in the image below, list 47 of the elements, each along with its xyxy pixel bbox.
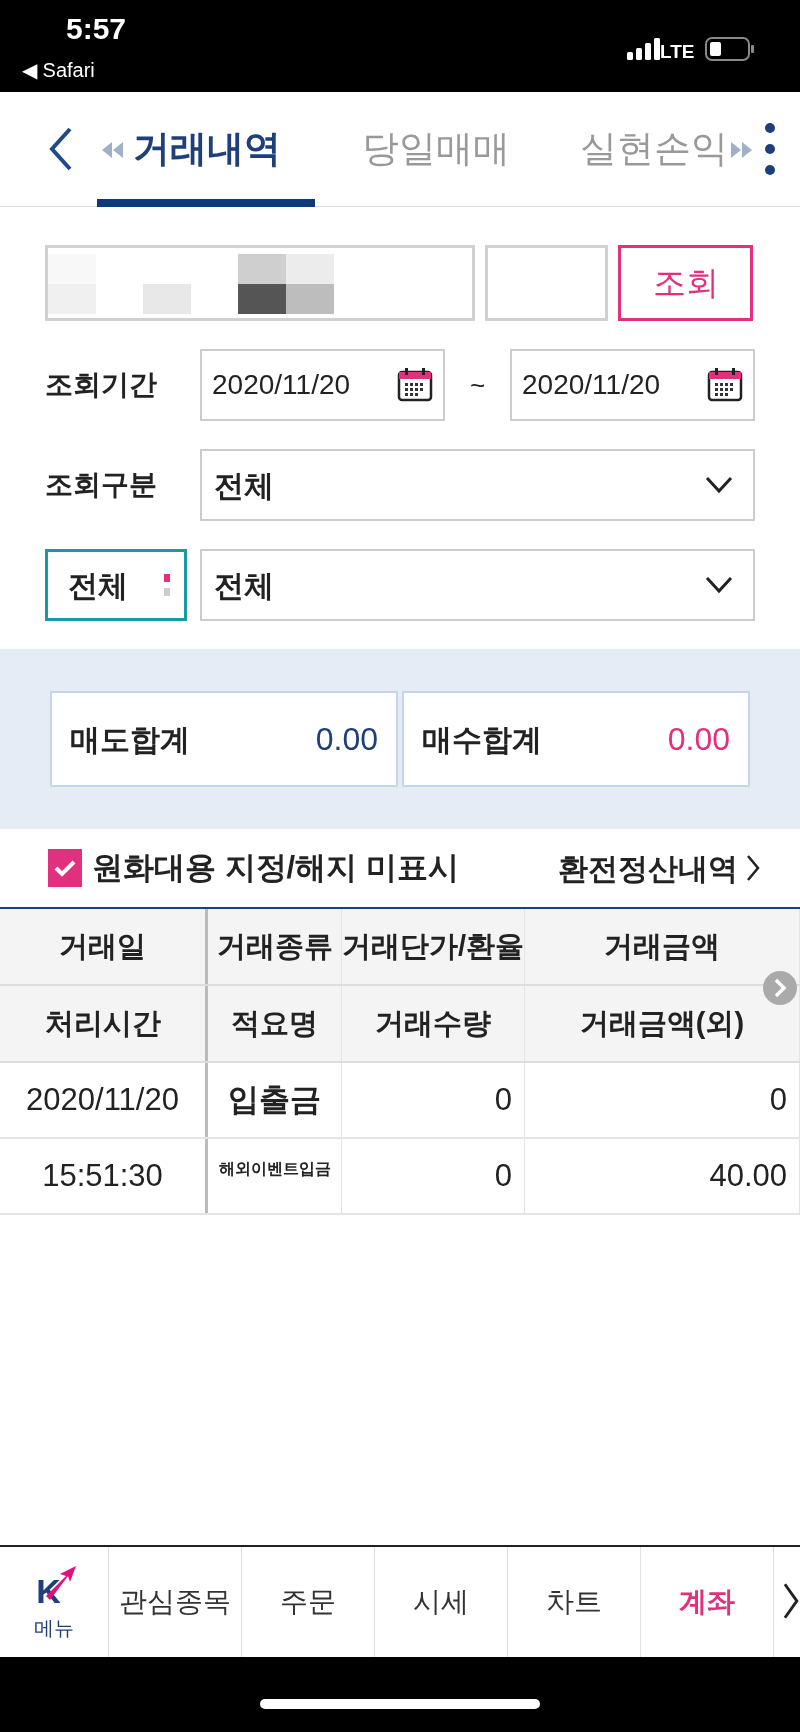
back-icon[interactable] [48,126,74,172]
password-field[interactable] [485,245,608,321]
calendar-icon[interactable] [707,368,743,402]
battery-icon [705,37,755,61]
chevron-right-icon[interactable] [782,1581,800,1621]
table-cell: 40.00 [525,1139,800,1213]
table-cell: 0 [342,1063,525,1137]
table-cell: 해외이벤트입금 [208,1139,342,1213]
tab[interactable]: 거래내역 [133,118,281,178]
summary-label: 매수합계 [422,721,542,758]
checkbox[interactable] [48,849,82,887]
search-button[interactable]: 조회 [618,245,753,321]
select-field[interactable]: 전체 [200,549,755,621]
range-separator: ~ [468,368,487,402]
chevron-right-icon [746,854,760,882]
summary-value: 0.00 [315,720,378,759]
column-header: 거래수량 [342,986,525,1061]
table-cell: 0 [525,1063,800,1137]
column-header: 적요명 [208,986,342,1061]
chevron-down-icon [705,576,733,594]
settlement-link[interactable]: 환전정산내역 [558,845,760,891]
filter-button[interactable]: 전체 [45,549,187,621]
table-cell: 입출금 [208,1063,342,1137]
table-cell: 0 [342,1139,525,1213]
checkmark-icon [54,859,76,877]
account-field[interactable] [45,245,475,321]
summary-value: 0.00 [667,720,730,759]
chevron-down-icon [705,476,733,494]
signal-icon [627,38,663,60]
toggle-icon [164,574,170,596]
column-header: 거래종류 [208,909,342,984]
column-header: 처리시간 [0,986,208,1061]
column-header: 거래단가/환율 [342,909,525,984]
date-field[interactable]: 2020/11/20 [510,349,755,421]
network-type: LTE [660,42,695,61]
back-to-app-link[interactable]: ◀ Safari [22,60,95,80]
field-label: 조회기간 [45,368,158,402]
summary-label: 매도합계 [70,721,190,758]
table-cell: 15:51:30 [0,1139,208,1213]
table-cell: 2020/11/20 [0,1063,208,1137]
calendar-icon[interactable] [397,368,433,402]
select-field[interactable]: 전체 [200,449,755,521]
checkbox-label: 원화대용 지정/해지 미표시 [92,848,459,887]
field-label: 조회구분 [45,468,158,502]
status-time: 5:57 [66,14,127,44]
more-icon[interactable] [764,122,776,176]
date-field[interactable]: 2020/11/20 [200,349,445,421]
